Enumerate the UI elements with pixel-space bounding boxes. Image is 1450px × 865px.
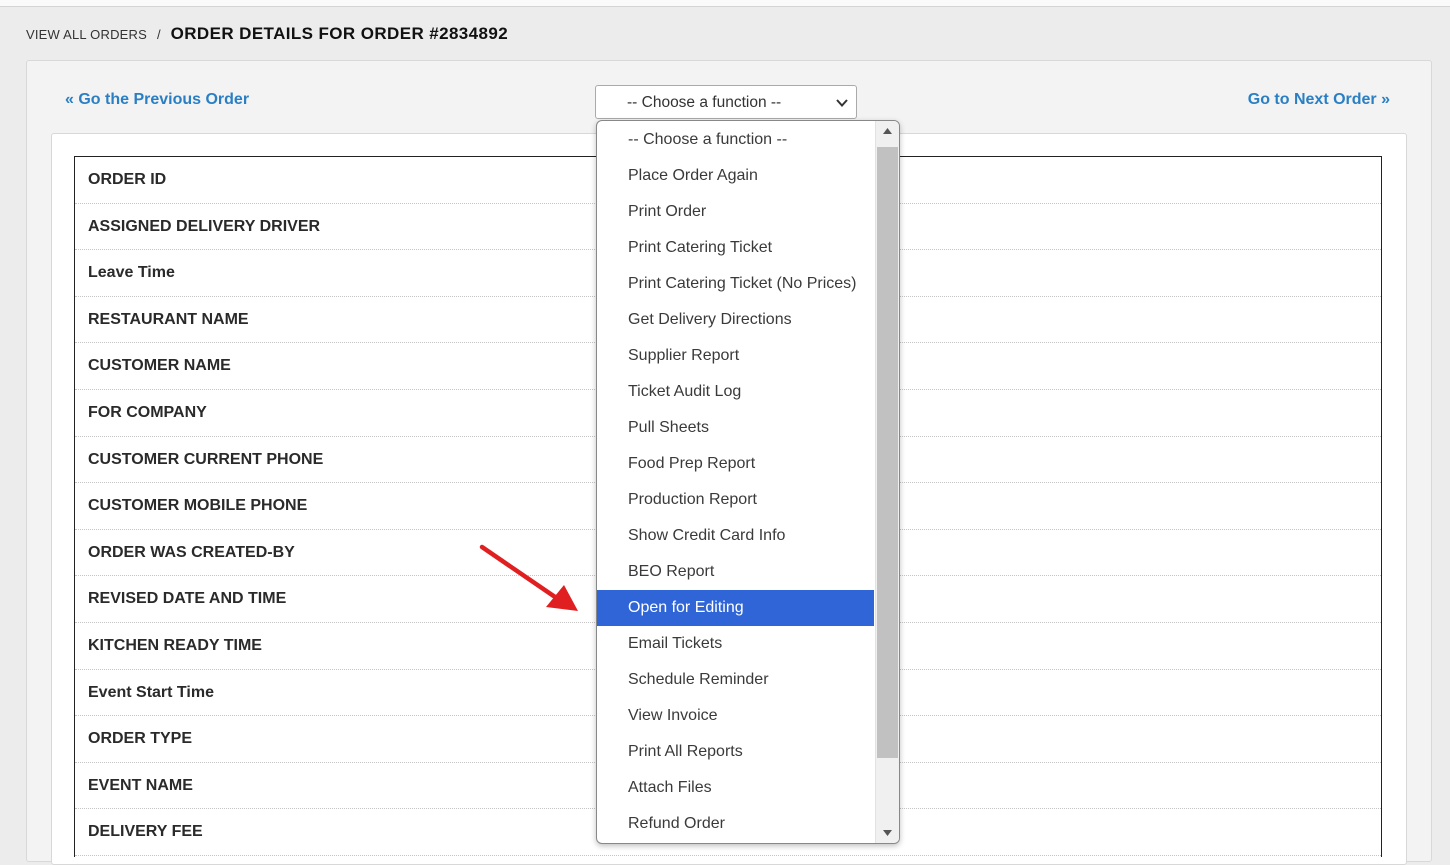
row-label: ASSIGNED DELIVERY DRIVER <box>88 217 321 235</box>
function-option[interactable]: Supplier Report <box>597 338 874 374</box>
row-label: CUSTOMER CURRENT PHONE <box>88 450 324 468</box>
row-label: CUSTOMER NAME <box>88 357 231 375</box>
function-option[interactable]: Open for Editing <box>597 590 874 626</box>
dropdown-scrollbar[interactable] <box>875 121 899 843</box>
row-label: ORDER WAS CREATED-BY <box>88 543 295 561</box>
function-option[interactable]: Get Delivery Directions <box>597 302 874 338</box>
row-label: Event Start Time <box>88 683 214 701</box>
row-label: EVENT NAME <box>88 776 193 794</box>
row-label: CUSTOMER MOBILE PHONE <box>88 497 308 515</box>
row-label: KITCHEN READY TIME <box>88 636 262 654</box>
function-option[interactable]: Show Credit Card Info <box>597 518 874 554</box>
function-option[interactable]: Print Catering Ticket (No Prices) <box>597 266 874 302</box>
function-option[interactable]: Food Prep Report <box>597 446 874 482</box>
function-option[interactable]: -- Choose a function -- <box>597 122 874 158</box>
function-option[interactable]: Print All Reports <box>597 734 874 770</box>
function-option[interactable]: Schedule Reminder <box>597 662 874 698</box>
row-label: RESTAURANT NAME <box>88 310 249 328</box>
row-label: REVISED DATE AND TIME <box>88 590 287 608</box>
row-label: FOR COMPANY <box>88 403 207 421</box>
function-option[interactable]: Print Order <box>597 194 874 230</box>
function-option[interactable]: BEO Report <box>597 554 874 590</box>
top-border <box>0 0 1450 7</box>
scroll-down-icon[interactable] <box>876 823 899 843</box>
next-order-link[interactable]: Go to Next Order » <box>1248 91 1390 109</box>
scroll-up-icon[interactable] <box>876 121 899 141</box>
function-option[interactable]: Pull Sheets <box>597 410 874 446</box>
function-option[interactable]: Email Tickets <box>597 626 874 662</box>
function-select-value: -- Choose a function -- <box>627 94 782 111</box>
row-label: ORDER TYPE <box>88 730 193 748</box>
page-title: ORDER DETAILS FOR ORDER #2834892 <box>170 24 509 43</box>
previous-order-link[interactable]: « Go the Previous Order <box>65 91 249 109</box>
scrollbar-thumb[interactable] <box>877 147 898 758</box>
row-label: ORDER ID <box>88 171 167 188</box>
breadcrumb: VIEW ALL ORDERS / ORDER DETAILS FOR ORDE… <box>26 24 508 44</box>
function-select[interactable]: -- Choose a function -- <box>595 85 857 119</box>
function-option[interactable]: Attach Files <box>597 770 874 806</box>
view-all-orders-link[interactable]: VIEW ALL ORDERS <box>26 27 147 42</box>
function-option[interactable]: Ticket Audit Log <box>597 374 874 410</box>
function-option[interactable]: Place Order Again <box>597 158 874 194</box>
row-label: DELIVERY FEE <box>88 823 203 841</box>
breadcrumb-separator: / <box>157 27 161 42</box>
chevron-down-icon <box>836 99 848 107</box>
function-option[interactable]: Print Catering Ticket <box>597 230 874 266</box>
function-option[interactable]: View Invoice <box>597 698 874 734</box>
function-option[interactable]: Production Report <box>597 482 874 518</box>
row-label: Leave Time <box>88 264 175 282</box>
function-dropdown-list[interactable]: -- Choose a function -- Place Order Again… <box>596 120 900 844</box>
function-option[interactable]: Refund Order <box>597 806 874 842</box>
red-arrow-icon <box>479 544 578 611</box>
function-options: -- Choose a function -- Place Order Again… <box>597 122 874 842</box>
